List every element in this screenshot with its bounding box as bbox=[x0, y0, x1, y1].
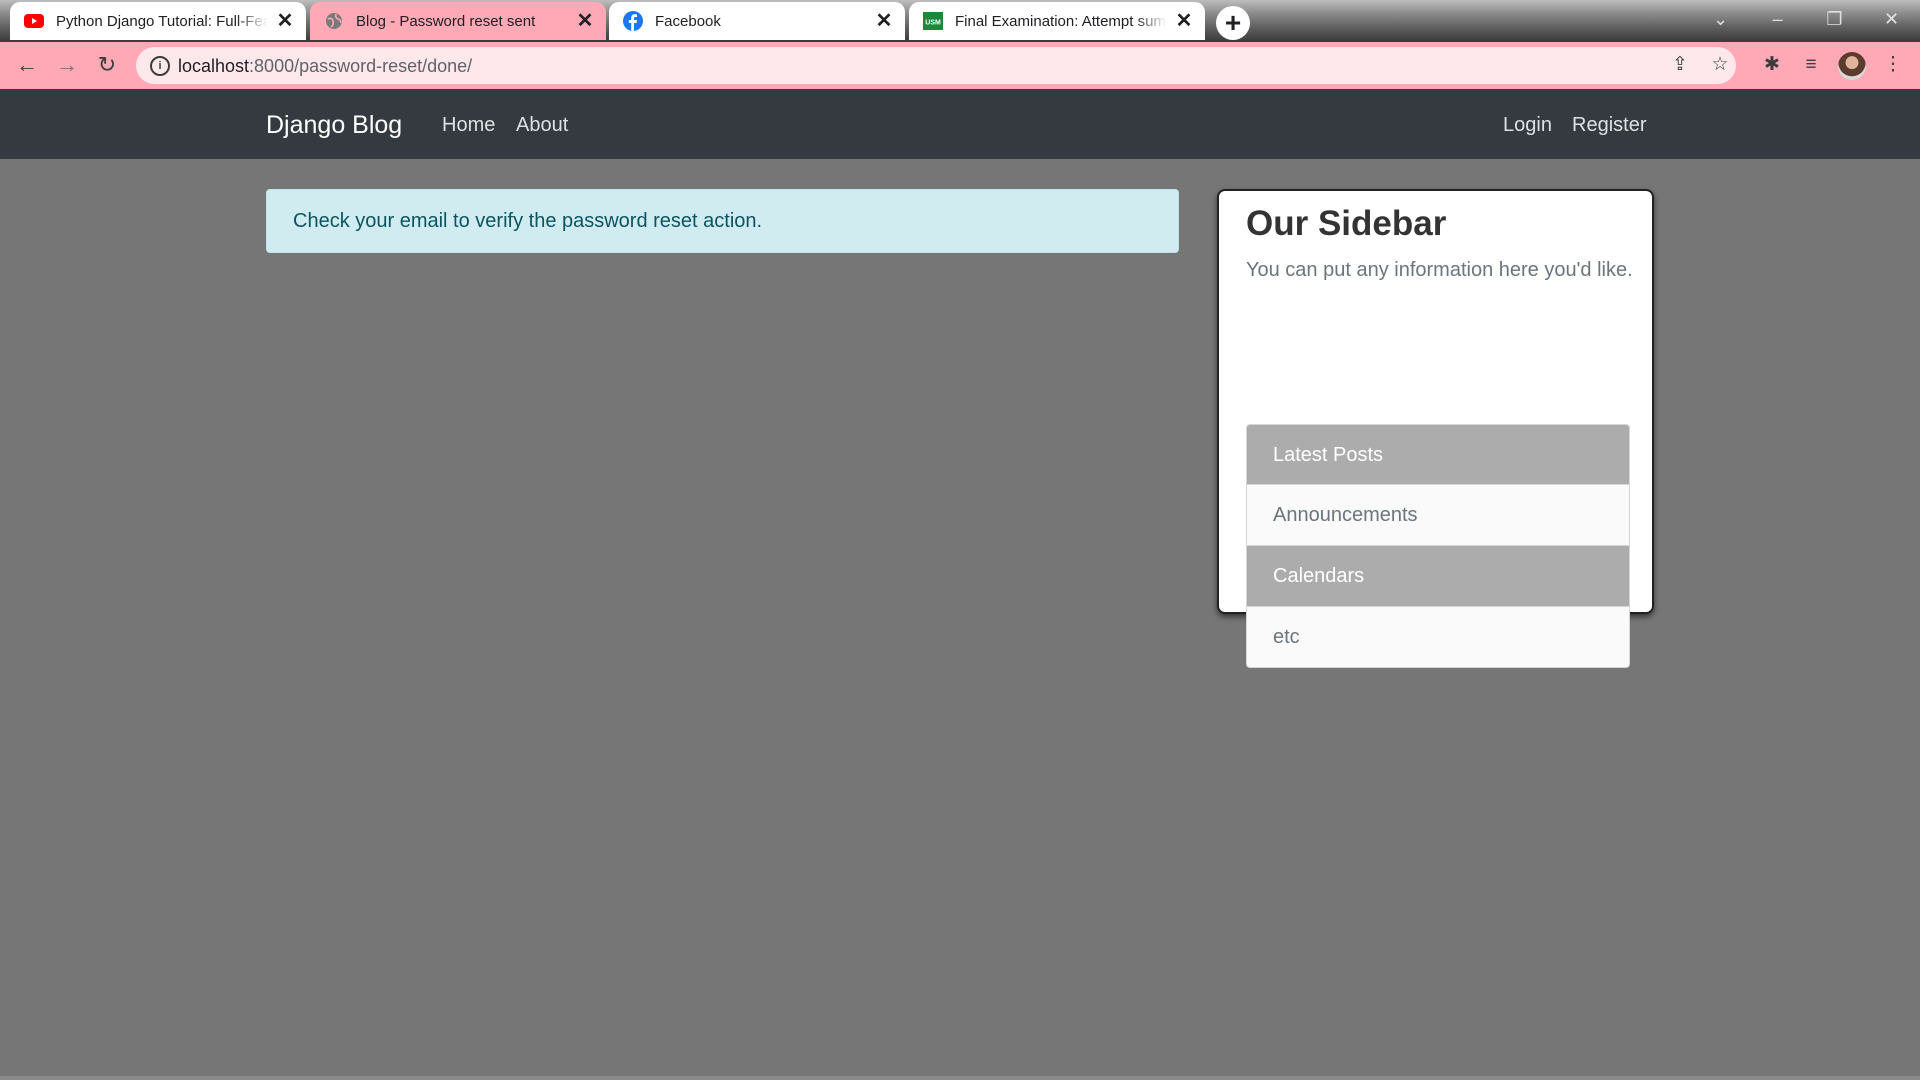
back-arrow-icon[interactable]: ← bbox=[10, 48, 44, 82]
page-viewport: Django Blog Home About Login Register Ch… bbox=[0, 89, 1920, 1080]
media-queue-icon[interactable]: ≡ bbox=[1798, 52, 1824, 78]
url-text[interactable]: localhost:8000/password-reset/done/ bbox=[178, 56, 472, 77]
usm-badge-text: USM bbox=[925, 20, 941, 27]
facebook-icon bbox=[623, 11, 643, 31]
info-alert: Check your email to verify the password … bbox=[266, 189, 1179, 253]
share-icon[interactable]: ⇪ bbox=[1668, 53, 1692, 77]
sidebar-description: You can put any information here you'd l… bbox=[1246, 259, 1633, 281]
bottom-edge bbox=[0, 1076, 1920, 1080]
list-item-etc[interactable]: etc bbox=[1246, 607, 1630, 668]
sidebar-card: Our Sidebar You can put any information … bbox=[1217, 189, 1654, 668]
tab-blog-active[interactable]: Blog - Password reset sent ✕ bbox=[310, 2, 606, 40]
restore-icon[interactable]: ❐ bbox=[1806, 0, 1863, 40]
sidebar-title: Our Sidebar bbox=[1246, 204, 1447, 243]
minimize-icon[interactable]: – bbox=[1749, 0, 1806, 40]
brand-link[interactable]: Django Blog bbox=[266, 111, 402, 140]
tab-final-examination[interactable]: USM Final Examination: Attempt summary ✕ bbox=[909, 2, 1205, 40]
nav-login-link[interactable]: Login bbox=[1503, 114, 1552, 137]
reload-icon[interactable]: ↻ bbox=[90, 48, 124, 82]
close-tab-icon[interactable]: ✕ bbox=[875, 11, 893, 31]
tab-title: Blog - Password reset sent bbox=[356, 12, 536, 30]
tab-facebook[interactable]: Facebook ✕ bbox=[609, 2, 905, 40]
tab-youtube[interactable]: Python Django Tutorial: Full-Featured We… bbox=[10, 2, 306, 40]
menu-kebab-icon[interactable]: ⋮ bbox=[1880, 52, 1906, 78]
address-bar[interactable]: i localhost:8000/password-reset/done/ ⇪ … bbox=[136, 47, 1736, 84]
site-navbar: Django Blog Home About Login Register bbox=[0, 89, 1920, 159]
window-controls: ⌄ – ❐ ✕ bbox=[1692, 0, 1920, 40]
extensions-puzzle-icon[interactable]: ✱ bbox=[1759, 52, 1785, 78]
tab-title: Python Django Tutorial: Full-Featured We… bbox=[56, 12, 268, 30]
youtube-icon bbox=[24, 11, 44, 31]
new-tab-button[interactable]: + bbox=[1216, 6, 1250, 40]
browser-toolbar: ← → ↻ i localhost:8000/password-reset/do… bbox=[0, 42, 1920, 89]
nav-register-link[interactable]: Register bbox=[1572, 114, 1646, 137]
list-item-calendars[interactable]: Calendars bbox=[1246, 546, 1630, 607]
forward-arrow-icon[interactable]: → bbox=[50, 48, 84, 82]
url-host: localhost bbox=[178, 56, 250, 76]
close-tab-icon[interactable]: ✕ bbox=[1175, 11, 1193, 31]
sidebar-list: Latest Posts Announcements Calendars etc bbox=[1246, 424, 1630, 668]
globe-icon bbox=[324, 11, 344, 31]
browser-tab-strip: Python Django Tutorial: Full-Featured We… bbox=[0, 0, 1920, 42]
close-tab-icon[interactable]: ✕ bbox=[576, 11, 594, 31]
window-close-icon[interactable]: ✕ bbox=[1863, 0, 1920, 40]
list-item-latest-posts[interactable]: Latest Posts bbox=[1246, 424, 1630, 485]
close-tab-icon[interactable]: ✕ bbox=[276, 11, 294, 31]
usm-icon: USM bbox=[923, 11, 943, 31]
bookmark-star-icon[interactable]: ☆ bbox=[1708, 53, 1732, 77]
tab-title: Final Examination: Attempt summary bbox=[955, 12, 1167, 30]
list-item-announcements[interactable]: Announcements bbox=[1246, 485, 1630, 546]
site-info-icon[interactable]: i bbox=[150, 56, 170, 76]
profile-avatar[interactable] bbox=[1838, 52, 1866, 80]
tab-title: Facebook bbox=[655, 12, 721, 30]
nav-home-link[interactable]: Home bbox=[442, 114, 495, 137]
tab-search-icon[interactable]: ⌄ bbox=[1692, 0, 1749, 40]
nav-about-link[interactable]: About bbox=[516, 114, 568, 137]
url-path: :8000/password-reset/done/ bbox=[249, 56, 473, 76]
